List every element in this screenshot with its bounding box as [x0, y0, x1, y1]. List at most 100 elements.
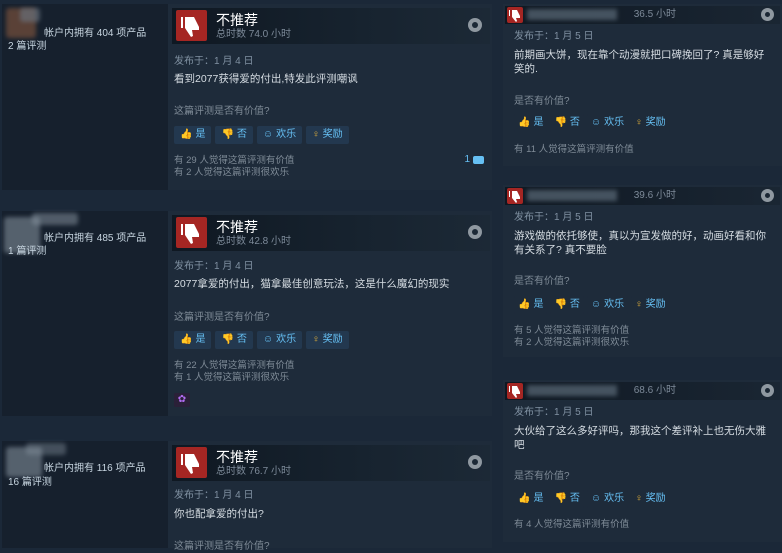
review-card: 帐户内拥有 404 项产品 2 篇评测 不推荐 总时数 74.0 小时 发布于：… [2, 4, 492, 190]
award-icon: ♀ [635, 299, 643, 310]
no-button[interactable]: 👎 否 [215, 126, 253, 144]
thumbs-down-icon: 👎 [221, 129, 234, 140]
thumbs-up-icon: 👍 [180, 129, 193, 140]
no-button[interactable]: 👎 否 [215, 331, 253, 349]
award-icon: ♀ [312, 334, 320, 345]
comment-count[interactable]: 1 [464, 154, 484, 165]
funny-button[interactable]: ☺ 欢乐 [586, 490, 629, 508]
thumbs-down-icon [507, 383, 523, 399]
funny-button[interactable]: ☺ 欢乐 [256, 126, 303, 144]
award-badge-icon[interactable]: ✿ [174, 393, 190, 407]
review-count[interactable]: 1 篇评测 [8, 246, 46, 258]
vote-header[interactable]: 68.6 小时 [505, 382, 780, 400]
vote-header[interactable]: 39.6 小时 [505, 187, 780, 205]
award-button[interactable]: ♀ 奖励 [631, 296, 670, 314]
posted-date: 发布于：1 月 5 日 [514, 212, 594, 223]
playtime: 68.6 小时 [633, 385, 676, 396]
funny-label: 欢乐 [604, 117, 625, 128]
thumbs-down-icon [507, 7, 523, 23]
yes-button[interactable]: 👍 是 [174, 331, 212, 349]
funny-button[interactable]: ☺ 欢乐 [256, 331, 303, 349]
no-label: 否 [569, 299, 580, 310]
helpful-count: 有 22 人觉得这篇评测有价值 [174, 360, 295, 371]
playtime: 总时数 42.8 小时 [216, 236, 292, 247]
steam-icon [761, 189, 774, 202]
vote-header[interactable]: 不推荐 总时数 76.7 小时 [172, 445, 490, 481]
playtime: 总时数 76.7 小时 [216, 466, 292, 477]
helpful-count: 有 5 人觉得这篇评测有价值 [514, 325, 630, 336]
yes-button[interactable]: 👍 是 [514, 296, 548, 314]
yes-button[interactable]: 👍 是 [514, 114, 548, 132]
vote-header[interactable]: 36.5 小时 [505, 6, 780, 24]
helpful-count: 有 11 人觉得这篇评测有价值 [514, 144, 634, 155]
review-text: 2077拿爱的付出，猫拿最佳创意玩法，这是什么魔幻的现实 [174, 278, 450, 290]
thumbs-down-icon: 👎 [554, 117, 567, 128]
products-owned: 帐户内拥有 404 项产品 [44, 28, 147, 39]
thumbs-down-icon [176, 217, 207, 248]
author-name[interactable] [32, 213, 78, 225]
posted-date: 发布于：1 月 5 日 [514, 407, 594, 418]
review-card: 36.5 小时 发布于：1 月 5 日 前期画大饼，现在靠个动漫就把口碑挽回了?… [503, 4, 782, 166]
funny-button[interactable]: ☺ 欢乐 [586, 296, 629, 314]
vote-header[interactable]: 不推荐 总时数 74.0 小时 [172, 8, 490, 44]
playtime: 36.5 小时 [633, 9, 676, 20]
author-name[interactable] [527, 190, 617, 201]
rate-buttons: 👍 是 👎 否 ☺ 欢乐 ♀ 奖励 [514, 296, 670, 314]
rate-buttons: 👍 是 👎 否 ☺ 欢乐 ♀ 奖励 [514, 490, 670, 508]
no-button[interactable]: 👎 否 [550, 114, 584, 132]
helpful-question: 是否有价值? [514, 471, 570, 482]
review-card: 帐户内拥有 485 项产品 1 篇评测 不推荐 总时数 42.8 小时 发布于：… [2, 211, 492, 416]
helpful-count: 有 29 人觉得这篇评测有价值 [174, 155, 295, 166]
review-text: 大伙给了这么多好评吗，那我这个差评补上也无伤大雅吧 [514, 425, 766, 451]
posted-date: 发布于：1 月 4 日 [174, 56, 254, 67]
comment-count-value: 1 [464, 154, 470, 165]
award-button[interactable]: ♀ 奖励 [306, 331, 349, 349]
author-name[interactable] [20, 8, 40, 22]
thumbs-up-icon: 👍 [180, 334, 193, 345]
products-owned: 帐户内拥有 116 项产品 [44, 463, 146, 474]
review-count[interactable]: 16 篇评测 [8, 477, 52, 489]
smiley-icon: ☺ [262, 334, 274, 345]
yes-button[interactable]: 👍 是 [174, 126, 212, 144]
verdict-label: 不推荐 [216, 449, 258, 465]
review-text: 游戏做的依托够使，真以为宣发做的好，动画好看和你有关系了? 真不要脸 [514, 230, 766, 256]
review-body: 不推荐 总时数 76.7 小时 发布于：1 月 4 日 你也配拿爱的付出? 这篇… [168, 441, 492, 552]
yes-label: 是 [195, 129, 206, 140]
steam-icon [468, 18, 482, 32]
author-name[interactable] [26, 443, 66, 455]
funny-button[interactable]: ☺ 欢乐 [586, 114, 629, 132]
steam-icon [468, 455, 482, 469]
author-name[interactable] [527, 385, 617, 396]
posted-date: 发布于：1 月 5 日 [514, 31, 594, 42]
award-button[interactable]: ♀ 奖励 [631, 490, 670, 508]
thumbs-down-icon [507, 188, 523, 204]
award-label: 奖励 [645, 299, 666, 310]
helpful-count: 有 4 人觉得这篇评测有价值 [514, 519, 630, 530]
yes-button[interactable]: 👍 是 [514, 490, 548, 508]
posted-date: 发布于：1 月 4 日 [174, 490, 254, 501]
products-owned: 帐户内拥有 485 项产品 [44, 233, 147, 244]
review-list-right: 36.5 小时 发布于：1 月 5 日 前期画大饼，现在靠个动漫就把口碑挽回了?… [503, 0, 782, 548]
no-label: 否 [236, 334, 247, 345]
helpful-question: 是否有价值? [514, 96, 570, 107]
review-body: 不推荐 总时数 74.0 小时 发布于：1 月 4 日 看到2077获得爱的付出… [168, 4, 492, 190]
review-text: 看到2077获得爱的付出,特发此评测嘲讽 [174, 73, 358, 85]
yes-label: 是 [195, 334, 206, 345]
award-button[interactable]: ♀ 奖励 [306, 126, 349, 144]
no-button[interactable]: 👎 否 [550, 296, 584, 314]
vote-header[interactable]: 不推荐 总时数 42.8 小时 [172, 215, 490, 251]
award-icon: ♀ [635, 117, 643, 128]
steam-icon [761, 8, 774, 21]
review-count[interactable]: 2 篇评测 [8, 41, 46, 53]
funny-count: 有 1 人觉得这篇评测很欢乐 [174, 372, 290, 383]
author-name[interactable] [527, 9, 617, 20]
thumbs-up-icon: 👍 [518, 493, 531, 504]
award-label: 奖励 [322, 129, 343, 140]
yes-label: 是 [533, 299, 544, 310]
no-button[interactable]: 👎 否 [550, 490, 584, 508]
author-panel: 帐户内拥有 404 项产品 2 篇评测 [2, 4, 168, 190]
funny-label: 欢乐 [604, 299, 625, 310]
award-icon: ♀ [312, 129, 320, 140]
award-button[interactable]: ♀ 奖励 [631, 114, 670, 132]
rate-buttons: 👍 是 👎 否 ☺ 欢乐 ♀ 奖励 [174, 126, 349, 144]
